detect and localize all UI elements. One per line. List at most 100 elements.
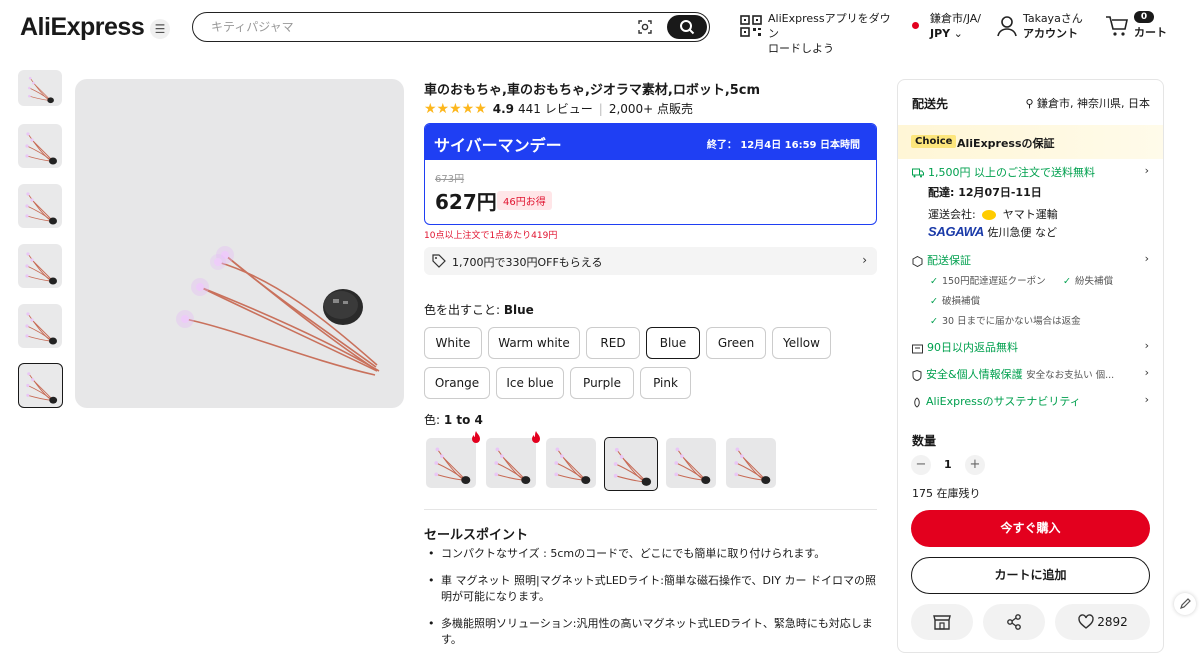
thumbnail-6[interactable]	[18, 363, 63, 408]
japan-flag-icon	[912, 22, 919, 29]
ship-location[interactable]: ⚲ 鎌倉市, 神奈川県, 日本	[1025, 95, 1150, 111]
list-item: 車 マグネット 照明|マグネット式LEDライト:簡単な磁石操作で、DIY カー …	[426, 573, 878, 605]
store-icon	[933, 615, 951, 630]
list-item: コンパクトなサイズ : 5cmのコードで、どこにでも簡単に取り付けられます。	[426, 546, 878, 562]
thumbnail-5[interactable]	[18, 304, 62, 348]
fire-icon	[532, 431, 540, 443]
rating-row: ★★★★★ 4.9 441 レビュー | 2,000+ 点販売	[424, 100, 693, 117]
search-input[interactable]	[211, 17, 611, 37]
quantity-value[interactable]: 1	[944, 458, 952, 471]
wishlist-count: 2892	[1097, 615, 1128, 629]
heart-icon	[1078, 614, 1094, 629]
account-label: アカウント	[1023, 27, 1078, 40]
choice-banner: Choice AliExpressの保証	[898, 125, 1163, 159]
cart-icon[interactable]	[1105, 15, 1129, 37]
thumbnail-2[interactable]	[18, 124, 62, 168]
image-search-icon[interactable]	[637, 19, 653, 35]
carrier-row-2: SAGAWA 佐川急便 など	[928, 224, 1057, 239]
variant-swatch-5[interactable]	[666, 438, 716, 488]
option-ice-blue[interactable]: Ice blue	[496, 367, 564, 399]
bulk-discount-note: 10点以上注文で1点あたり419円	[424, 231, 558, 241]
option-warm-white[interactable]: Warm white	[488, 327, 580, 359]
thumbnail-3[interactable]	[18, 184, 62, 228]
feedback-button[interactable]	[1174, 593, 1196, 615]
currency-label: JPY	[930, 27, 951, 40]
discount-badge: 46円お得	[497, 191, 552, 210]
variant-swatch-4[interactable]	[604, 437, 658, 491]
aliexpress-logo[interactable]: AliExpress	[20, 13, 145, 42]
selling-points-title: セールスポイント	[424, 528, 529, 543]
cart-count-badge: 0	[1134, 11, 1154, 23]
returns-row[interactable]: 90日以内返品無料	[912, 339, 1018, 355]
region-selector[interactable]: 鎌倉市/JA/ JPY ⌄	[930, 11, 981, 41]
option-green[interactable]: Green	[706, 327, 766, 359]
variant-swatch-2[interactable]	[486, 438, 536, 488]
list-item: 多機能照明ソリューション:汎用性の高いマグネット式LEDライト、緊急時にも対応し…	[426, 616, 878, 648]
free-shipping-row[interactable]: 1,500円 以上のご注文で送料無料	[912, 164, 1095, 180]
selling-points-list: コンパクトなサイズ : 5cmのコードで、どこにでも簡単に取り付けられます。 車…	[426, 546, 878, 659]
store-button[interactable]	[911, 604, 973, 640]
sale-end-time: 終了： 12月4日 16:59 日本時間	[706, 140, 860, 151]
return-icon	[912, 344, 923, 353]
current-price: 627円	[435, 190, 497, 214]
reviews-link[interactable]: 441 レビュー	[518, 100, 593, 117]
main-product-image[interactable]	[75, 79, 404, 408]
sustainability-row[interactable]: AliExpressのサステナビリティ	[912, 393, 1081, 409]
share-button[interactable]	[983, 604, 1045, 640]
delivery-date: 配達: 12月07日-11日	[928, 186, 1042, 199]
chevron-right-icon: ›	[862, 253, 867, 267]
option-purple[interactable]: Purple	[570, 367, 634, 399]
option-pink[interactable]: Pink	[640, 367, 691, 399]
guarantee-item: ✓ 紛失補償	[1063, 276, 1113, 287]
variant-swatch-1[interactable]	[426, 438, 476, 488]
original-price: 673円	[435, 174, 465, 185]
app-line2: ロードしよう	[768, 42, 834, 55]
region-line1: 鎌倉市/JA/	[930, 12, 981, 25]
thumbnail-4[interactable]	[18, 244, 62, 288]
quantity-label: 数量	[912, 434, 937, 448]
delivery-guarantee-row[interactable]: 配送保証	[912, 252, 971, 268]
account-link[interactable]: Takayaさん アカウント	[1023, 11, 1083, 41]
choice-text: AliExpressの保証	[957, 137, 1055, 150]
chevron-right-icon: ›	[1144, 164, 1149, 177]
search-button[interactable]	[667, 15, 707, 39]
variant-swatch-6[interactable]	[726, 438, 776, 488]
thumbnail-1[interactable]	[18, 70, 62, 106]
add-to-cart-button[interactable]: カートに追加	[911, 557, 1150, 594]
chevron-right-icon: ›	[1144, 393, 1149, 406]
user-greeting: Takayaさん	[1023, 12, 1083, 25]
app-line1: AliExpressアプリをダウン	[768, 12, 891, 40]
quantity-increase-button[interactable]: +	[965, 455, 985, 475]
app-download-link[interactable]: AliExpressアプリをダウン ロードしよう	[768, 11, 898, 56]
option-blue[interactable]: Blue	[646, 327, 700, 359]
stock-remaining: 175 在庫残り	[912, 487, 981, 500]
coupon-banner[interactable]: 1,700円で330円OFFもらえる ›	[424, 247, 877, 275]
cart-label[interactable]: カート	[1134, 25, 1167, 40]
menu-icon[interactable]: ☰	[150, 19, 170, 39]
sale-box: サイバーマンデー 終了： 12月4日 16:59 日本時間 673円 627円 …	[424, 123, 877, 225]
wishlist-button[interactable]: 2892	[1055, 604, 1150, 640]
option-yellow[interactable]: Yellow	[772, 327, 831, 359]
product-title: 車のおもちゃ,車のおもちゃ,ジオラマ素材,ロボット,5cm	[424, 83, 761, 98]
sagawa-logo: SAGAWA	[928, 224, 984, 239]
search-bar	[192, 12, 710, 42]
user-icon[interactable]	[996, 15, 1018, 37]
guarantee-item: ✓ 破損補償	[930, 296, 980, 307]
qr-code-icon[interactable]	[740, 15, 762, 37]
chevron-right-icon: ›	[1144, 339, 1149, 352]
rating-value: 4.9	[492, 101, 515, 116]
option-white[interactable]: White	[424, 327, 482, 359]
option-orange[interactable]: Orange	[424, 367, 490, 399]
yamato-icon	[982, 210, 997, 220]
purchase-panel: 配送先 ⚲ 鎌倉市, 神奈川県, 日本 Choice AliExpressの保証…	[897, 79, 1164, 653]
security-row[interactable]: 安全&個人情報保護 安全なお支払い 個...	[912, 366, 1114, 382]
quantity-decrease-button[interactable]: −	[911, 455, 931, 475]
sale-name: サイバーマンデー	[434, 136, 562, 155]
truck-icon	[912, 168, 924, 178]
option-red[interactable]: RED	[586, 327, 640, 359]
guarantee-item: ✓ 150円配達遅延クーポン	[930, 276, 1046, 287]
variant-label: 色: 1 to 4	[424, 413, 483, 427]
variant-swatch-3[interactable]	[546, 438, 596, 488]
buy-now-button[interactable]: 今すぐ購入	[911, 510, 1150, 547]
search-icon	[680, 20, 695, 35]
